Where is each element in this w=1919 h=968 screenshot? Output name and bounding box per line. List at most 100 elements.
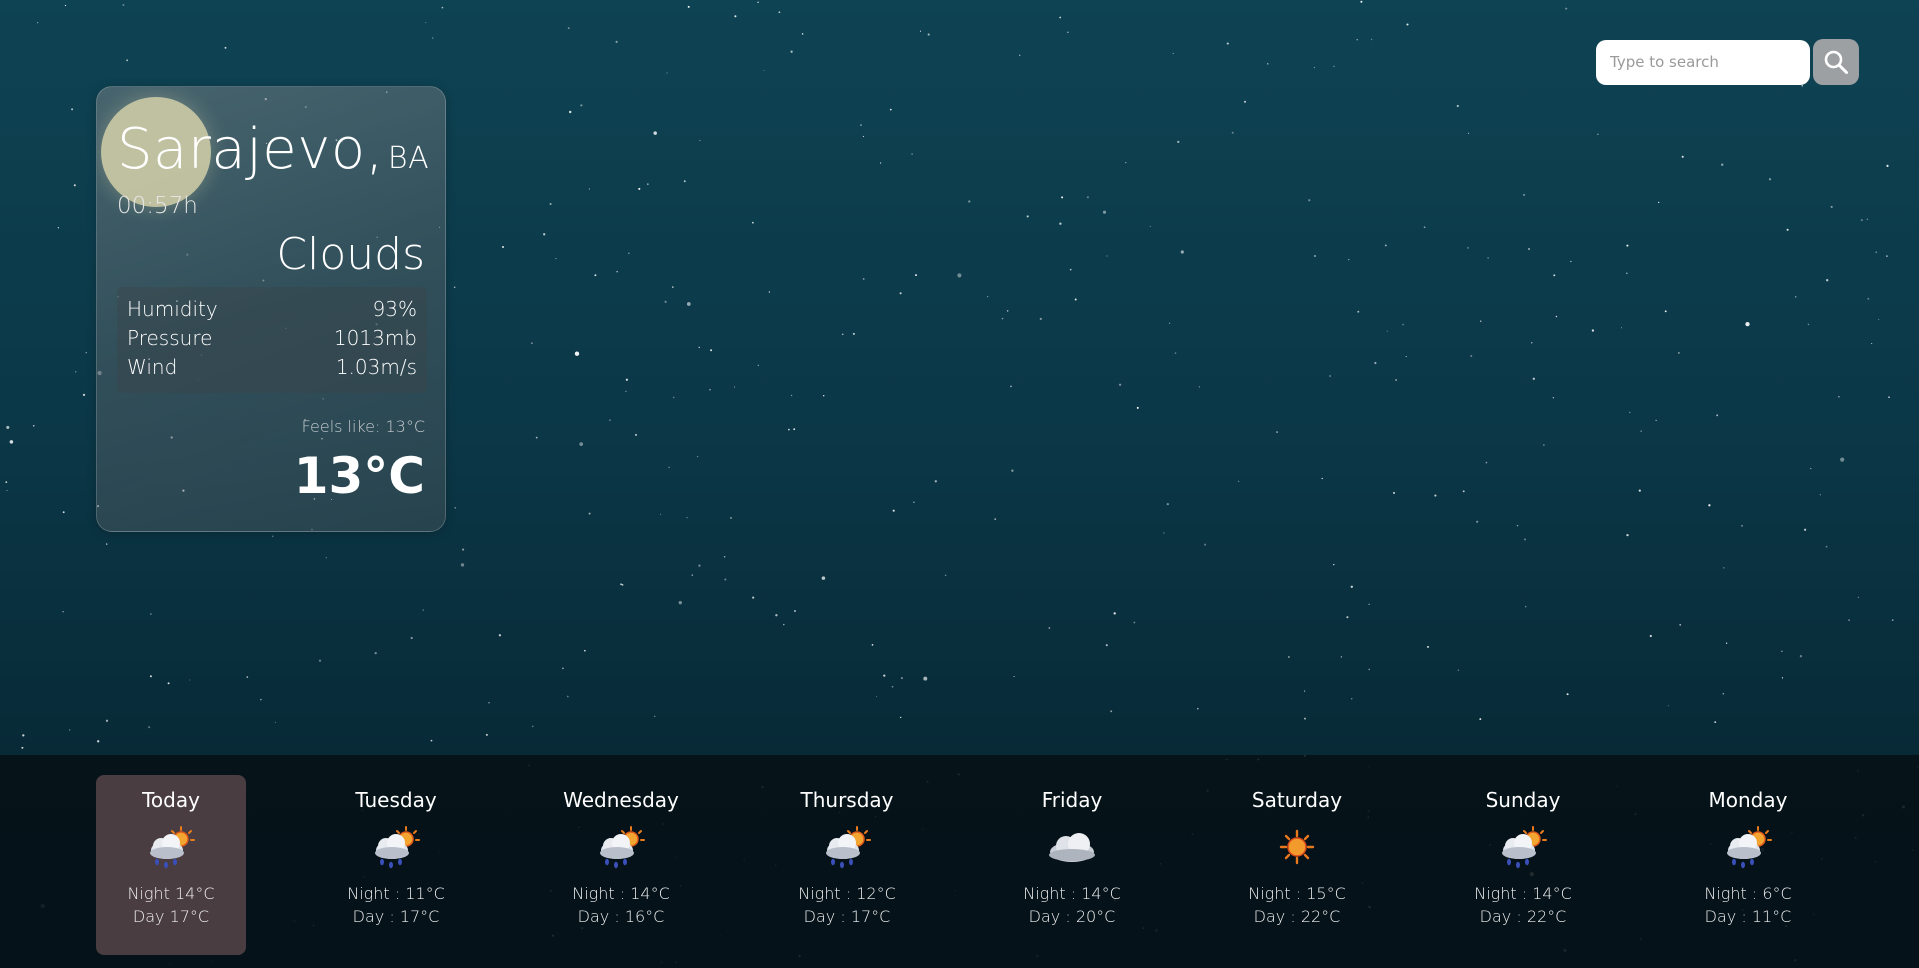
star bbox=[9, 440, 14, 444]
star bbox=[664, 300, 667, 303]
star bbox=[1350, 585, 1353, 588]
star bbox=[1479, 718, 1482, 721]
star bbox=[1807, 323, 1810, 326]
star bbox=[1875, 251, 1878, 254]
star bbox=[609, 419, 611, 422]
star bbox=[687, 5, 690, 8]
star bbox=[567, 27, 570, 29]
star bbox=[1725, 642, 1728, 644]
star bbox=[1786, 228, 1789, 231]
day-temp: Day : 16°C bbox=[577, 907, 665, 926]
day-name: Thursday bbox=[800, 788, 894, 812]
star bbox=[1340, 656, 1343, 658]
star bbox=[615, 40, 618, 43]
star bbox=[32, 424, 35, 427]
star bbox=[1638, 489, 1641, 492]
star bbox=[724, 578, 727, 581]
night-temp: Night : 6°C bbox=[1704, 884, 1792, 903]
star bbox=[734, 15, 737, 18]
search-input[interactable] bbox=[1596, 39, 1810, 85]
star bbox=[584, 649, 586, 652]
star bbox=[1768, 178, 1772, 181]
star bbox=[710, 349, 713, 352]
search-icon bbox=[1824, 50, 1848, 74]
star bbox=[579, 442, 584, 446]
star bbox=[1105, 644, 1108, 647]
star bbox=[1457, 669, 1460, 671]
star bbox=[944, 574, 947, 577]
star bbox=[462, 548, 465, 551]
star bbox=[1308, 199, 1311, 202]
forecast-day[interactable]: Thursday Night : 12°C Day : 17°C bbox=[772, 775, 922, 955]
star bbox=[1198, 386, 1200, 388]
star bbox=[1629, 411, 1631, 414]
star bbox=[1532, 377, 1535, 380]
star bbox=[189, 679, 191, 681]
star bbox=[105, 719, 109, 722]
star bbox=[1395, 379, 1398, 381]
day-temp: Day : 17°C bbox=[803, 907, 891, 926]
forecast-day[interactable]: Wednesday Night : 14°C Day : 16°C bbox=[546, 775, 696, 955]
star bbox=[900, 716, 902, 719]
day-temp: Day : 20°C bbox=[1028, 907, 1116, 926]
star bbox=[1102, 210, 1107, 214]
star bbox=[625, 390, 627, 393]
star bbox=[1830, 205, 1833, 208]
star bbox=[1552, 397, 1555, 399]
star bbox=[325, 557, 327, 559]
star bbox=[549, 202, 552, 206]
star bbox=[1174, 352, 1177, 354]
star bbox=[224, 46, 227, 49]
star bbox=[638, 187, 641, 190]
star bbox=[1681, 155, 1684, 158]
city-name: Sarajevo, BA bbox=[117, 117, 429, 182]
star bbox=[1434, 494, 1437, 497]
star bbox=[709, 389, 711, 391]
star bbox=[1825, 545, 1828, 548]
star bbox=[82, 393, 86, 397]
forecast-day[interactable]: Today Night 14°C Day 17°C bbox=[96, 775, 246, 955]
star bbox=[1106, 255, 1108, 257]
star bbox=[672, 396, 675, 399]
star bbox=[1384, 244, 1387, 247]
star bbox=[987, 295, 989, 298]
star bbox=[62, 611, 64, 613]
forecast-day[interactable]: Tuesday Night : 11°C Day : 17°C bbox=[321, 775, 471, 955]
star bbox=[431, 37, 434, 39]
rain-cloud-sun-icon bbox=[600, 826, 645, 869]
search-button[interactable] bbox=[1813, 39, 1859, 85]
humidity-value: 93% bbox=[372, 297, 417, 321]
star bbox=[616, 270, 618, 273]
star bbox=[757, 1, 759, 4]
star bbox=[1741, 525, 1743, 527]
day-temp: Day : 22°C bbox=[1253, 907, 1341, 926]
star bbox=[915, 274, 917, 277]
star bbox=[441, 6, 444, 9]
humidity-row: Humidity 93% bbox=[127, 295, 417, 324]
star bbox=[1113, 612, 1116, 615]
star bbox=[1866, 218, 1869, 220]
star bbox=[794, 610, 796, 612]
night-temp: Night : 14°C bbox=[1474, 884, 1572, 903]
forecast-day[interactable]: Sunday Night : 14°C Day : 22°C bbox=[1448, 775, 1598, 955]
star bbox=[790, 394, 793, 397]
star bbox=[862, 277, 865, 280]
star bbox=[775, 614, 778, 617]
star bbox=[1393, 491, 1395, 494]
star bbox=[683, 180, 686, 183]
star bbox=[1168, 322, 1171, 324]
star bbox=[62, 511, 65, 514]
forecast-day[interactable]: Friday Night : 14°C Day : 20°C bbox=[997, 775, 1147, 955]
star bbox=[1722, 692, 1725, 695]
star bbox=[1530, 342, 1533, 344]
star bbox=[1799, 655, 1803, 658]
forecast-day[interactable]: Monday Night : 6°C Day : 11°C bbox=[1673, 775, 1823, 955]
star bbox=[911, 153, 913, 155]
star bbox=[498, 634, 502, 637]
local-time: 00:57h bbox=[117, 193, 198, 219]
star bbox=[1664, 310, 1667, 313]
star bbox=[1721, 163, 1724, 166]
star bbox=[1011, 469, 1014, 472]
star bbox=[1891, 619, 1894, 622]
forecast-day[interactable]: Saturday Night : 15°C Day : 22°C bbox=[1222, 775, 1372, 955]
